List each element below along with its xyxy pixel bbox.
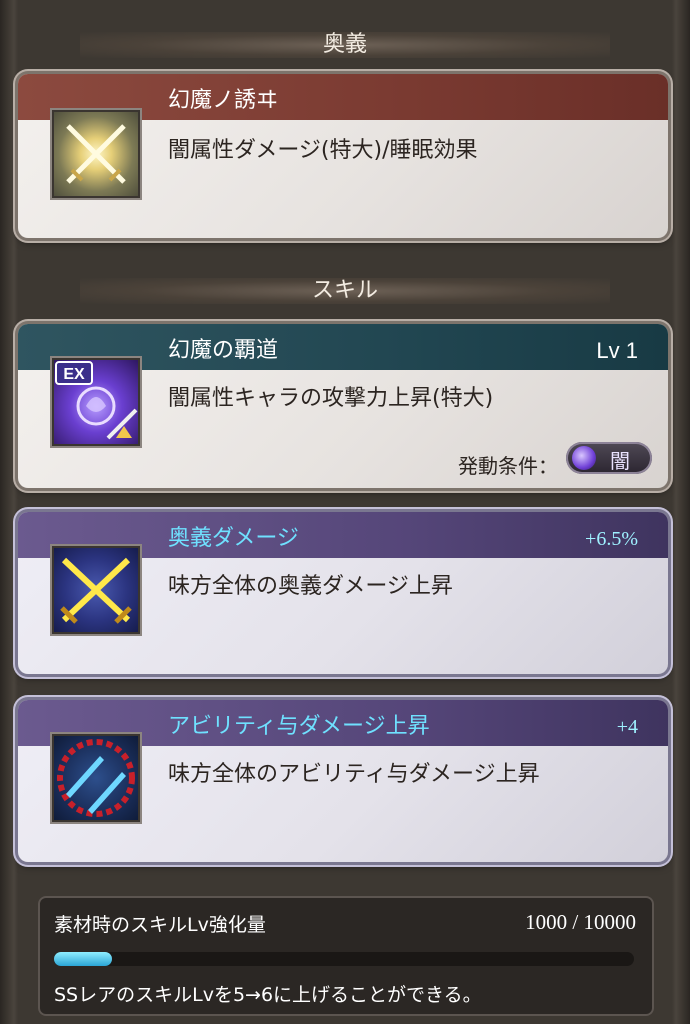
ougi-title: 幻魔ノ誘ヰ (168, 88, 279, 113)
skill-title: 幻魔の覇道 (168, 338, 279, 363)
ex-skill-icon: EX (50, 356, 142, 448)
activation-condition-label: 発動条件： (458, 454, 558, 478)
bonus-title: アビリティ与ダメージ上昇 (168, 714, 430, 739)
section-header-skill: スキル (80, 278, 610, 304)
crossed-swords-icon (50, 108, 142, 200)
bonus-value: +4 (616, 716, 638, 738)
dual-blades-icon (50, 732, 142, 824)
bonus-title: 奥義ダメージ (168, 526, 299, 551)
skill-level: Lv 1 (596, 338, 638, 363)
activation-condition-value: 闇 (610, 449, 630, 473)
skill-material-panel: 素材時のスキルLv強化量 1000 / 10000 SSレアのスキルLvを5→6… (38, 896, 654, 1016)
bonus-description: 味方全体のアビリティ与ダメージ上昇 (168, 762, 540, 787)
bonus-value: +6.5% (585, 528, 638, 550)
activation-condition-badge: 闇 (566, 442, 652, 474)
skill-card[interactable]: 幻魔の覇道 Lv 1 EX 闇属性キャラの攻撃力上昇(特大) 発動条件： 闇 (18, 324, 668, 488)
ougi-card[interactable]: 幻魔ノ誘ヰ 闇属性ダメージ(特大)/睡眠効果 (18, 74, 668, 238)
bonus-card-ability-damage[interactable]: アビリティ与ダメージ上昇 +4 味方全体のアビリティ与ダメージ上昇 (18, 700, 668, 862)
crossed-swords-icon (50, 544, 142, 636)
bonus-card-ougi-damage[interactable]: 奥義ダメージ +6.5% 味方全体の奥義ダメージ上昇 (18, 512, 668, 674)
skill-description: 闇属性キャラの攻撃力上昇(特大) (168, 386, 494, 411)
section-header-ougi: 奥義 (80, 32, 610, 58)
skill-material-note: SSレアのスキルLvを5→6に上げることができる。 (54, 984, 482, 1006)
skill-material-label: 素材時のスキルLv強化量 (54, 914, 266, 936)
progress-fill (54, 952, 112, 966)
ougi-description: 闇属性ダメージ(特大)/睡眠効果 (168, 138, 478, 163)
dark-element-icon (572, 446, 596, 470)
skill-material-value: 1000 / 10000 (525, 910, 636, 934)
skill-material-progress-bar (54, 952, 634, 966)
svg-text:EX: EX (63, 366, 85, 383)
bonus-description: 味方全体の奥義ダメージ上昇 (168, 574, 453, 599)
